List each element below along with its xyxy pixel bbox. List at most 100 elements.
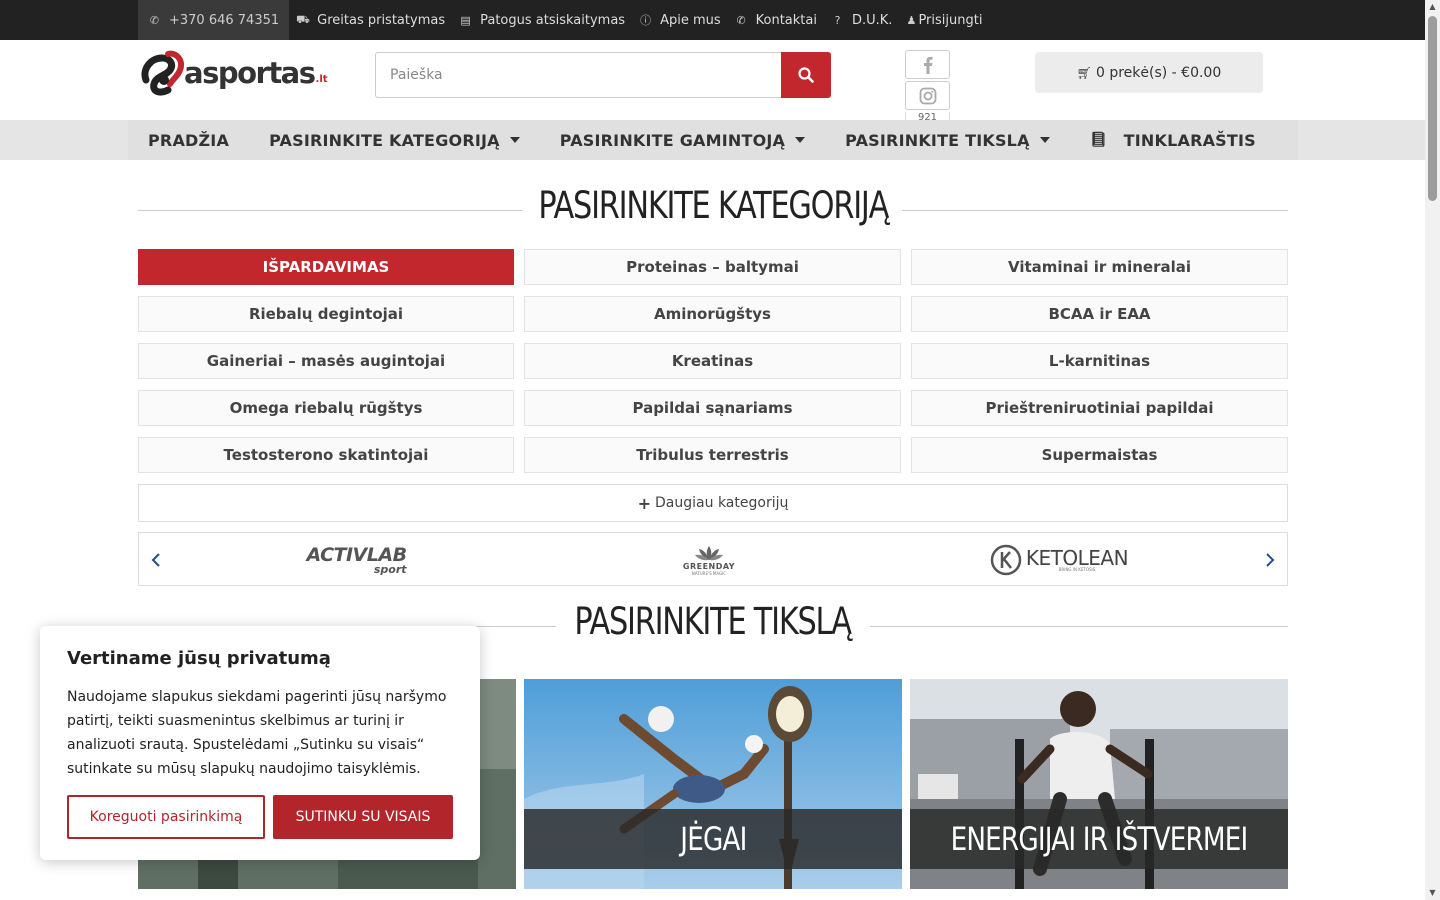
page-scrollbar[interactable]: ▲ ▼	[1425, 0, 1440, 900]
phone-icon: ✆	[149, 13, 160, 27]
truck-icon: ⛟	[296, 12, 310, 26]
category-item[interactable]: Riebalų degintojai	[138, 296, 514, 332]
cookie-customize-button[interactable]: Koreguoti pasirinkimą	[67, 795, 265, 839]
category-item[interactable]: Prieštreniruotiniai papildai	[911, 390, 1288, 426]
caret-down-icon	[509, 137, 520, 143]
scroll-up-arrow-icon[interactable]: ▲	[1428, 2, 1437, 12]
goals-heading: PASIRINKITE TIKSLĄ	[566, 600, 860, 643]
delivery-link[interactable]: ⛟ Greitas pristatymas	[289, 0, 452, 40]
category-item[interactable]: Omega riebalų rūgštys	[138, 390, 514, 426]
carousel-prev-button[interactable]	[151, 549, 161, 573]
facebook-icon	[923, 56, 932, 74]
categories-section-title: PASIRINKITE KATEGORIJĄ	[138, 184, 1288, 236]
payment-label: Patogus atsiskaitymas	[480, 12, 626, 28]
plus-icon: +	[637, 493, 652, 513]
faq-link[interactable]: ? D.U.K.	[824, 0, 899, 40]
nav-categories-label: PASIRINKITE KATEGORIJĄ	[269, 130, 500, 150]
category-item[interactable]: Gaineriai – masės augintojai	[138, 343, 514, 379]
goal-strength-label: JĖGAI	[679, 820, 747, 858]
info-icon: ⓘ	[640, 14, 652, 27]
brand-logo-ketolean[interactable]: KETOLEAN BRING IN KETOSIS	[989, 533, 1129, 587]
search-bar	[375, 52, 831, 98]
facebook-button[interactable]	[905, 50, 950, 79]
main-nav: PRADŽIA PASIRINKITE KATEGORIJĄ PASIRINKI…	[0, 120, 1425, 160]
category-item[interactable]: Proteinas – baltymai	[524, 249, 901, 285]
brand-name: ACTIVLAB	[306, 543, 407, 566]
contacts-link[interactable]: ✆ Kontaktai	[728, 0, 824, 40]
caret-down-icon	[1039, 137, 1050, 143]
brand-name: GREENDAY	[682, 562, 736, 571]
logo-text: asportas	[184, 56, 316, 90]
chevron-left-icon	[151, 553, 160, 567]
phone-number: +370 646 74351	[169, 12, 280, 28]
nav-brands-label: PASIRINKITE GAMINTOJĄ	[559, 130, 786, 150]
faq-label: D.U.K.	[851, 12, 893, 28]
delivery-label: Greitas pristatymas	[317, 12, 446, 28]
carousel-next-button[interactable]	[1265, 549, 1275, 573]
nav-home[interactable]: PRADŽIA	[128, 120, 249, 160]
user-icon: ♟	[906, 13, 917, 27]
brand-name: KETOLEAN	[1025, 546, 1129, 570]
nav-home-label: PRADŽIA	[148, 130, 230, 150]
category-sale[interactable]: IŠPARDAVIMAS	[138, 249, 514, 285]
nav-goals-label: PASIRINKITE TIKSLĄ	[845, 130, 1030, 150]
category-item[interactable]: Kreatinas	[524, 343, 901, 379]
lotus-icon	[695, 546, 723, 561]
about-label: Apie mus	[660, 12, 721, 28]
book-icon: 📘︎	[1089, 132, 1108, 148]
instagram-button[interactable]	[905, 81, 950, 110]
nav-blog[interactable]: 📘︎ TINKLARAŠTIS	[1070, 120, 1276, 160]
cookie-accept-all-button[interactable]: SUTINKU SU VISAIS	[273, 795, 453, 839]
chevron-right-icon	[1266, 553, 1275, 567]
nav-brands[interactable]: PASIRINKITE GAMINTOJĄ	[540, 120, 825, 160]
title-divider	[902, 210, 1288, 211]
brand-logo-greenday[interactable]: GREENDAY NATURE'S MAGIC	[669, 533, 749, 587]
caret-down-icon	[795, 137, 806, 143]
about-link[interactable]: ⓘ Apie mus	[632, 0, 728, 40]
cart-icon: 🛒︎	[1076, 65, 1092, 80]
category-item[interactable]: BCAA ir EAA	[911, 296, 1288, 332]
category-item[interactable]: Aminorūgštys	[524, 296, 901, 332]
category-item[interactable]: Tribulus terrestris	[524, 437, 901, 473]
goal-endurance-label: ENERGIJAI IR IŠTVERMEI	[950, 820, 1249, 858]
login-label: Prisijungti	[918, 12, 983, 28]
top-bar: ✆ +370 646 74351 ⛟ Greitas pristatymas ▤…	[0, 0, 1425, 40]
nav-goals[interactable]: PASIRINKITE TIKSLĄ	[825, 120, 1070, 160]
scroll-down-arrow-icon[interactable]: ▼	[1428, 888, 1437, 898]
payment-link[interactable]: ▤ Patogus atsiskaitymas	[452, 0, 632, 40]
cookie-text: Naudojame slapukus siekdami pagerinti jū…	[67, 689, 447, 777]
search-input[interactable]	[375, 52, 781, 98]
nav-blog-label: TINKLARAŠTIS	[1123, 130, 1256, 150]
search-button[interactable]	[781, 52, 831, 98]
category-item[interactable]: Testosterono skatintojai	[138, 437, 514, 473]
category-item[interactable]: Supermaistas	[911, 437, 1288, 473]
brand-logo-activlab[interactable]: ACTIVLAB sport	[299, 533, 414, 587]
ketolean-k-icon	[990, 544, 1022, 576]
site-logo[interactable]: asportas .lt	[140, 49, 340, 97]
nav-categories[interactable]: PASIRINKITE KATEGORIJĄ	[249, 120, 540, 160]
contacts-label: Kontaktai	[755, 12, 817, 28]
logo-tld: .lt	[315, 73, 328, 85]
login-link[interactable]: ♟ Prisijungti	[899, 0, 989, 40]
phone-icon: ✆	[736, 13, 746, 27]
goal-tile-strength[interactable]: JĖGAI	[524, 679, 902, 889]
goal-tile-endurance[interactable]: ENERGIJAI IR IŠTVERMEI	[910, 679, 1288, 889]
category-item[interactable]: L-karnitinas	[911, 343, 1288, 379]
question-icon: ?	[834, 13, 841, 27]
scrollbar-thumb[interactable]	[1428, 16, 1437, 201]
cart-button[interactable]: 🛒︎ 0 prekė(s) - €0.00	[1035, 52, 1263, 93]
search-icon	[798, 67, 814, 83]
brand-sub: NATURE'S MAGIC	[691, 571, 727, 576]
more-categories-button[interactable]: + Daugiau kategorijų	[138, 484, 1288, 522]
title-divider	[138, 210, 523, 211]
category-item[interactable]: Papildai sąnariams	[524, 390, 901, 426]
goal-tile-label: ENERGIJAI IR IŠTVERMEI	[910, 809, 1288, 869]
logo-mark-icon	[141, 50, 184, 96]
cart-summary: 0 prekė(s) - €0.00	[1095, 64, 1222, 81]
social-links: 921	[905, 50, 950, 124]
credit-card-icon: ▤	[460, 13, 471, 27]
more-categories-label: Daugiau kategorijų	[655, 495, 789, 511]
phone-link[interactable]: ✆ +370 646 74351	[138, 0, 290, 40]
title-divider	[870, 626, 1288, 627]
category-item[interactable]: Vitaminai ir mineralai	[911, 249, 1288, 285]
